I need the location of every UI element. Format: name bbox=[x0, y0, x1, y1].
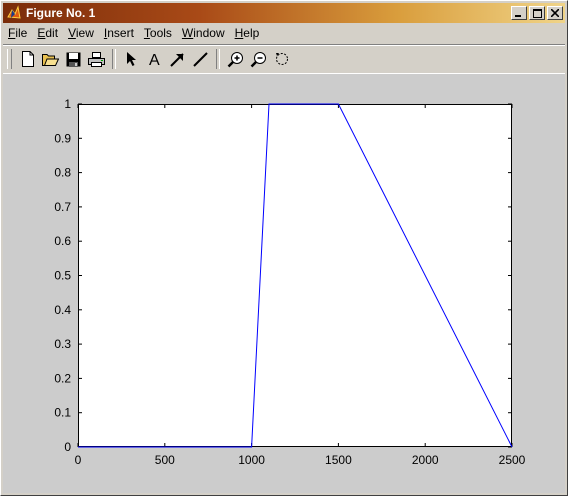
maximize-icon[interactable] bbox=[529, 6, 545, 20]
insert-arrow-icon[interactable] bbox=[166, 48, 189, 70]
menu-help[interactable]: Help bbox=[230, 26, 265, 40]
menu-insert[interactable]: Insert bbox=[99, 26, 139, 40]
close-icon[interactable] bbox=[547, 6, 563, 20]
minimize-icon[interactable] bbox=[511, 6, 527, 20]
open-folder-icon[interactable] bbox=[39, 48, 62, 70]
y-tick-label: 0.6 bbox=[54, 234, 71, 248]
toolbar-separator bbox=[112, 49, 116, 69]
insert-line-icon[interactable] bbox=[189, 48, 212, 70]
x-tick-label: 1000 bbox=[238, 453, 265, 467]
menu-file[interactable]: File bbox=[3, 26, 32, 40]
print-icon[interactable] bbox=[85, 48, 108, 70]
y-tick-label: 0.3 bbox=[54, 337, 71, 351]
new-file-icon[interactable] bbox=[16, 48, 39, 70]
y-tick-label: 0.4 bbox=[54, 303, 71, 317]
rotate-icon[interactable] bbox=[270, 48, 293, 70]
x-tick-label: 2000 bbox=[412, 453, 439, 467]
menu-bar: File Edit View Insert Tools Window Help bbox=[3, 24, 565, 42]
y-tick-label: 0.1 bbox=[54, 406, 71, 420]
figure-window: Figure No. 1 File Edit View Insert Tools… bbox=[0, 0, 568, 496]
zoom-in-icon[interactable] bbox=[224, 48, 247, 70]
x-tick-label: 500 bbox=[155, 453, 175, 467]
line-plot[interactable]: 0 500 1000 1500 2000 2500 0 0.1 0.2 0.3 0.4 0.5 0.6 0… bbox=[3, 74, 565, 493]
x-tick-label: 2500 bbox=[499, 453, 526, 467]
matlab-icon bbox=[6, 5, 22, 21]
y-tick-label: 0.2 bbox=[54, 371, 71, 385]
y-tick-label: 0.5 bbox=[54, 269, 71, 283]
menu-view[interactable]: View bbox=[63, 26, 99, 40]
x-tick-label: 0 bbox=[75, 453, 82, 467]
zoom-out-icon[interactable] bbox=[247, 48, 270, 70]
y-tick-label: 0.9 bbox=[54, 131, 71, 145]
svg-text:A: A bbox=[149, 52, 160, 67]
figure-toolbar: A bbox=[3, 44, 565, 74]
window-title: Figure No. 1 bbox=[26, 6, 96, 20]
title-bar[interactable]: Figure No. 1 bbox=[3, 3, 565, 23]
select-arrow-icon[interactable] bbox=[120, 48, 143, 70]
toolbar-grip[interactable] bbox=[7, 49, 12, 69]
y-tick-label: 1 bbox=[64, 97, 71, 111]
toolbar-separator bbox=[216, 49, 220, 69]
axes-background bbox=[78, 104, 512, 447]
save-icon[interactable] bbox=[62, 48, 85, 70]
menu-edit[interactable]: Edit bbox=[32, 26, 63, 40]
y-tick-label: 0 bbox=[64, 440, 71, 454]
y-tick-label: 0.8 bbox=[54, 166, 71, 180]
x-tick-label: 1500 bbox=[325, 453, 352, 467]
menu-tools[interactable]: Tools bbox=[139, 26, 177, 40]
insert-text-icon[interactable]: A bbox=[143, 48, 166, 70]
y-tick-label: 0.7 bbox=[54, 200, 71, 214]
menu-window[interactable]: Window bbox=[177, 26, 230, 40]
figure-canvas[interactable]: 0 500 1000 1500 2000 2500 0 0.1 0.2 0.3 0.4 0.5 0.6 0… bbox=[3, 74, 565, 493]
